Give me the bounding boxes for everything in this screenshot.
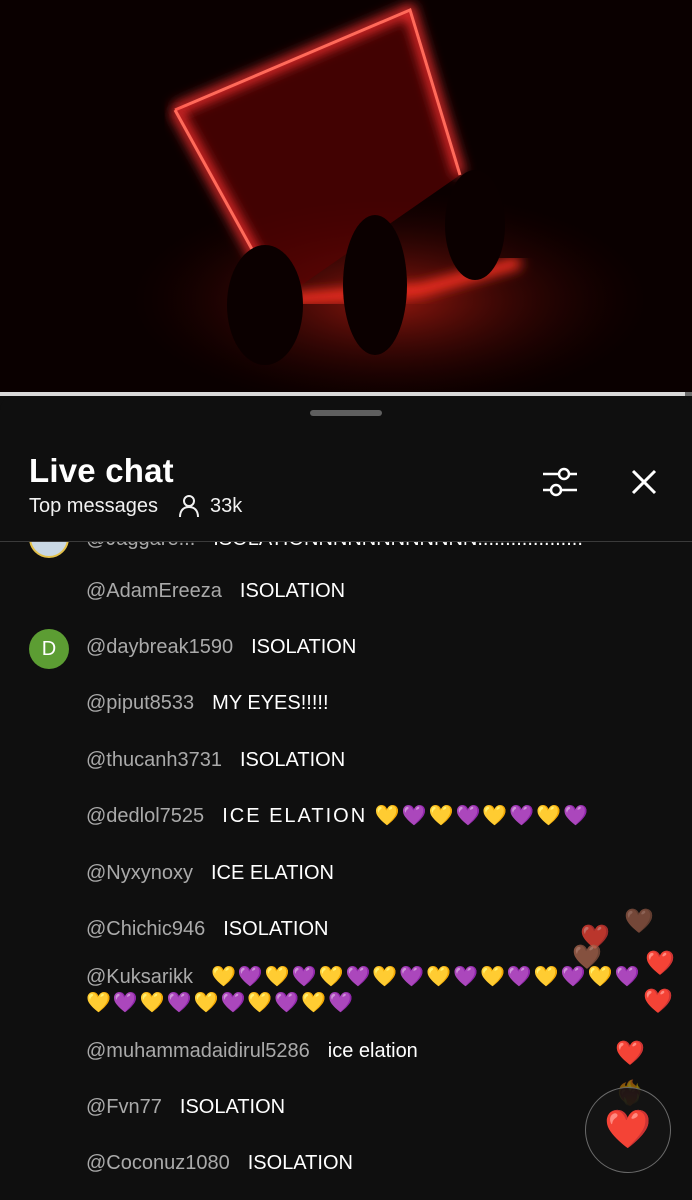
- message-author[interactable]: @Kuksarikk: [86, 966, 193, 988]
- reaction-button[interactable]: ❤️: [585, 1087, 671, 1173]
- message-author[interactable]: @Fvn77: [86, 1096, 162, 1118]
- avatar[interactable]: [29, 542, 69, 558]
- message-author[interactable]: @AdamEreeza: [86, 580, 222, 602]
- chat-message: @Chichic946 ISOLATION: [86, 916, 666, 942]
- close-button[interactable]: [624, 464, 664, 504]
- message-text: ice elation: [327, 1040, 418, 1062]
- heart-icon: ❤️: [604, 1109, 652, 1151]
- chat-subtitle: Top messages 33k: [29, 493, 242, 519]
- chat-message: @piput8533 MY EYES!!!!!: [86, 690, 666, 716]
- heart-icon: ❤️: [643, 988, 673, 1015]
- message-author[interactable]: @muhammadaidirul5286: [86, 1040, 310, 1062]
- message-author[interactable]: @daybreak1590: [86, 636, 233, 658]
- chat-message-list[interactable]: @Jaggare... ISOLATIONNNNNNNNNNNN.........…: [0, 542, 692, 1200]
- message-text: ISOLATION: [179, 1096, 286, 1118]
- message-text: ICE ELATION: [211, 862, 334, 884]
- message-text: ISOLATION: [223, 918, 329, 940]
- chat-message: @muhammadaidirul5286 ice elation: [86, 1038, 666, 1064]
- message-author[interactable]: @Jaggare...: [86, 542, 195, 550]
- message-author[interactable]: @Coconuz1080: [86, 1152, 230, 1174]
- chat-title: Live chat: [29, 452, 174, 489]
- chat-message: @Kuksarikk 💛💜💛💜💛💜💛💜💛💜💛💜💛💜💛💜💛💜💛💜💛💜💛💜💛💜: [86, 964, 646, 1016]
- message-author[interactable]: @piput8533: [86, 692, 194, 714]
- chat-message: @AdamEreeza ISOLATION: [86, 578, 666, 604]
- chat-message: @Nyxynoxy ICE ELATION: [86, 860, 666, 886]
- message-text: ISOLATION: [239, 580, 346, 602]
- message-text: ISOLATION: [251, 636, 357, 658]
- filter-sliders-icon: [540, 464, 580, 505]
- chat-message: @daybreak1590 ISOLATION: [86, 634, 666, 660]
- message-text: MY EYES!!!!!: [212, 692, 329, 714]
- message-author[interactable]: @Nyxynoxy: [86, 862, 193, 884]
- chat-message: @Fvn77 ISOLATION: [86, 1094, 666, 1120]
- message-author[interactable]: @Chichic946: [86, 918, 205, 940]
- heart-icon: ❤️: [645, 950, 675, 977]
- message-text: ISOLATION: [247, 1152, 353, 1174]
- person-icon: [176, 493, 202, 519]
- drag-handle[interactable]: [310, 410, 382, 416]
- chat-message: @thucanh3731 ISOLATION: [86, 747, 666, 773]
- heart-icon: 🤎: [572, 944, 602, 971]
- video-player[interactable]: [0, 0, 692, 393]
- message-text: ISOLATIONNNNNNNNNNNN...................: [213, 542, 583, 550]
- message-text: ISOLATION: [239, 749, 346, 771]
- video-frame-art: [0, 0, 692, 393]
- chat-message: @Jaggare... ISOLATIONNNNNNNNNNNN.........…: [86, 542, 666, 552]
- close-icon: [630, 468, 658, 501]
- message-author[interactable]: @thucanh3731: [86, 749, 222, 771]
- heart-icon: 🤎: [624, 908, 654, 935]
- chat-mode-label[interactable]: Top messages: [29, 495, 158, 518]
- chat-message: @Coconuz1080 ISOLATION: [86, 1150, 666, 1176]
- viewer-count: 33k: [209, 494, 243, 517]
- heart-icon: ❤️: [615, 1040, 645, 1067]
- live-chat-panel: Live chat Top messages 33k @AdamEreeza I…: [0, 396, 692, 1200]
- message-author[interactable]: @dedlol7525: [86, 805, 204, 827]
- avatar[interactable]: D: [29, 629, 69, 669]
- message-text: ICE ELATION 💛💜💛💜💛💜💛💜: [222, 805, 590, 827]
- filter-button[interactable]: [538, 462, 582, 506]
- chat-message: @dedlol7525 ICE ELATION 💛💜💛💜💛💜💛💜: [86, 803, 666, 829]
